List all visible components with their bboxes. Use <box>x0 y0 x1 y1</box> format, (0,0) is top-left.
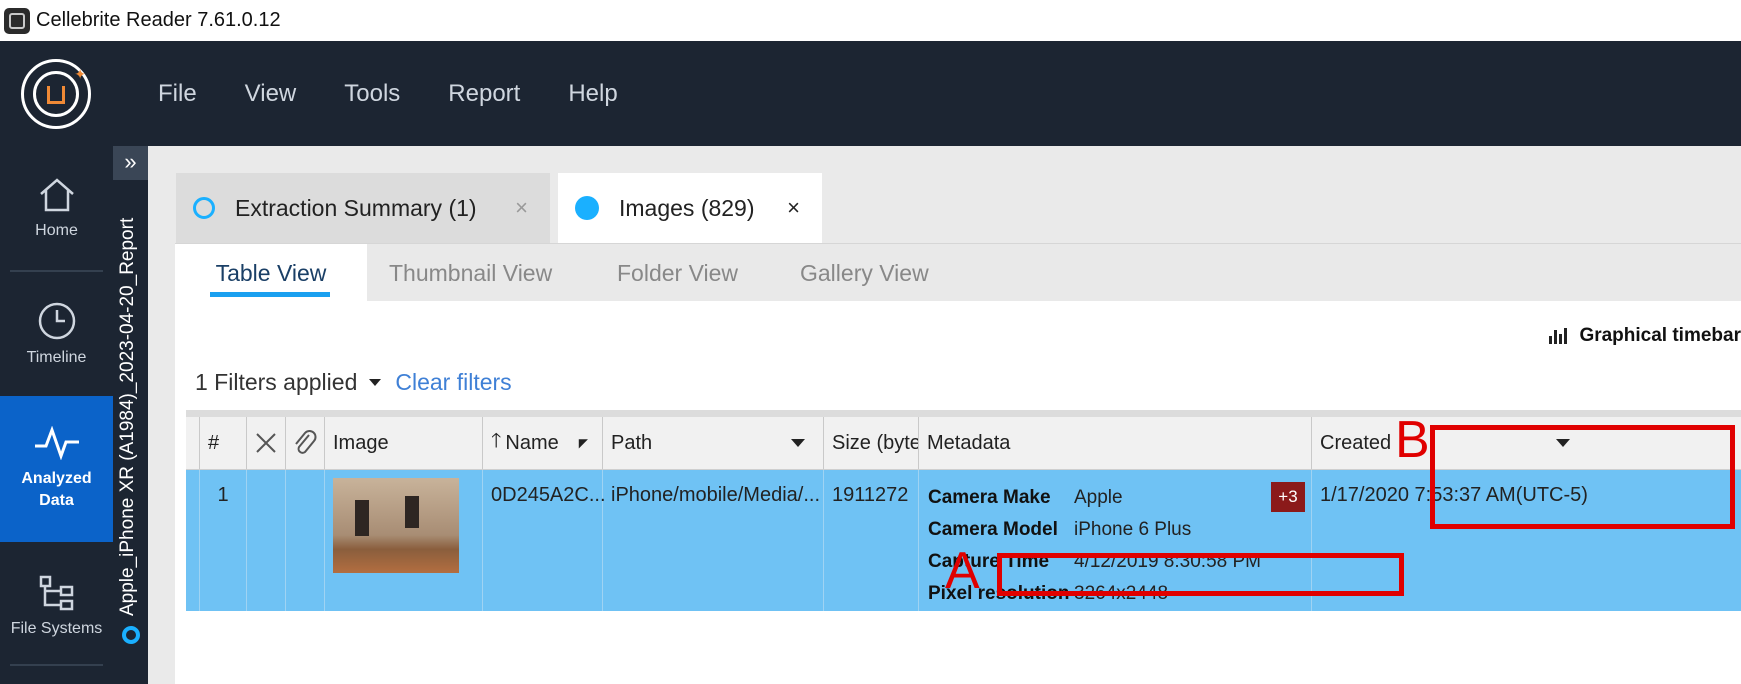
more-metadata-badge[interactable]: +3 <box>1271 482 1305 512</box>
col-metadata[interactable]: Metadata <box>919 417 1312 469</box>
view-tabs: Table View Thumbnail View Folder View Ga… <box>175 243 1741 302</box>
tab-images[interactable]: Images (829) × <box>558 173 822 243</box>
nav-analyzed-label: Analyzed Data <box>21 470 92 509</box>
annotation-box-a <box>997 553 1404 596</box>
filter-caret-icon[interactable]: ◤ <box>579 436 588 450</box>
col-image[interactable]: Image <box>325 417 483 469</box>
annotation-label-b: B <box>1395 411 1430 469</box>
view-tab-table[interactable]: Table View <box>175 244 367 302</box>
bar-chart-icon <box>1549 328 1569 344</box>
main-area: Extraction Summary (1) × Images (829) × … <box>148 146 1741 684</box>
tab-extraction-summary[interactable]: Extraction Summary (1) × <box>176 173 550 243</box>
expand-panel-icon[interactable]: » <box>113 146 148 180</box>
meta-value: iPhone 6 Plus <box>1074 519 1192 540</box>
title-bar: Cellebrite Reader 7.61.0.12 <box>0 0 1741 41</box>
x-icon <box>256 433 276 453</box>
col-created-label: Created <box>1320 431 1392 454</box>
main-menu: File View Tools Report Help <box>158 41 666 146</box>
paperclip-icon <box>295 430 317 454</box>
cell-name: 0D245A2C... <box>483 470 606 611</box>
folder-tree-icon <box>39 575 73 611</box>
tab-dot-icon <box>575 196 599 220</box>
clock-icon <box>38 302 75 340</box>
col-attachment[interactable] <box>286 417 325 469</box>
view-tab-gallery[interactable]: Gallery View <box>800 244 929 302</box>
menu-tools[interactable]: Tools <box>344 80 400 108</box>
menu-bar: ✦ File View Tools Report Help <box>0 41 1741 146</box>
nav-analyzed-data[interactable]: Analyzed Data <box>0 396 113 542</box>
cell-path: iPhone/mobile/Media/... <box>603 470 824 611</box>
tab-circle-icon <box>193 197 215 219</box>
col-delete[interactable] <box>247 417 286 469</box>
nav-file-systems[interactable]: File Systems <box>0 544 113 668</box>
col-size[interactable]: Size (byte: <box>824 417 919 469</box>
report-name: Apple_iPhone XR (A1984)_2023-04-20_Repor… <box>117 217 138 616</box>
filters-bar: 1 Filters applied Clear filters <box>195 369 512 396</box>
annotation-label-a: A <box>945 542 980 600</box>
col-path-label: Path <box>611 431 653 454</box>
window-title: Cellebrite Reader 7.61.0.12 <box>36 9 281 31</box>
tab-label: Extraction Summary (1) <box>235 194 477 221</box>
close-icon[interactable]: × <box>515 195 528 221</box>
close-icon[interactable]: × <box>787 195 800 221</box>
menu-help[interactable]: Help <box>568 80 617 108</box>
image-thumbnail[interactable] <box>333 478 459 573</box>
graphical-timebar-button[interactable]: Graphical timebar <box>1549 325 1741 347</box>
nav-file-systems-label: File Systems <box>10 620 103 637</box>
nav-timeline-label: Timeline <box>26 349 87 366</box>
filters-applied-dropdown[interactable]: 1 Filters applied <box>195 369 357 396</box>
nav-timeline[interactable]: Timeline <box>0 272 113 396</box>
chevron-down-icon[interactable] <box>791 439 805 447</box>
col-name[interactable]: 🡑 Name ◤ <box>483 417 603 469</box>
chevron-down-icon[interactable] <box>369 379 382 386</box>
cell-size: 1911272 <box>824 470 919 611</box>
cell-number: 1 <box>200 470 247 611</box>
col-number[interactable]: # <box>200 417 247 469</box>
menu-file[interactable]: File <box>158 80 197 108</box>
meta-key: Camera Make <box>928 487 1051 508</box>
report-strip: » Apple_iPhone XR (A1984)_2023-04-20_Rep… <box>113 146 148 684</box>
nav-home-label: Home <box>35 222 78 239</box>
report-status-icon <box>122 626 140 644</box>
col-path[interactable]: Path <box>603 417 824 469</box>
view-tab-folder[interactable]: Folder View <box>617 244 738 302</box>
menu-report[interactable]: Report <box>448 80 520 108</box>
view-tab-thumbnail[interactable]: Thumbnail View <box>389 244 552 302</box>
cell-image[interactable] <box>325 470 483 611</box>
graphical-timebar-label: Graphical timebar <box>1579 325 1741 346</box>
tab-label: Images (829) <box>619 194 755 221</box>
pulse-icon <box>34 426 79 460</box>
sort-up-icon: 🡑 <box>491 430 502 452</box>
home-icon <box>39 178 74 212</box>
left-nav: Home Timeline Analyzed Data File Systems <box>0 146 113 684</box>
view-tab-label: Table View <box>215 259 327 286</box>
clear-filters-link[interactable]: Clear filters <box>395 369 511 396</box>
annotation-box-b <box>1430 425 1735 529</box>
nav-home[interactable]: Home <box>0 146 113 270</box>
cellebrite-logo-icon: ✦ <box>21 59 91 129</box>
col-name-label: Name <box>505 431 559 454</box>
app-icon <box>4 7 30 34</box>
menu-view[interactable]: View <box>245 80 297 108</box>
meta-value: Apple <box>1074 487 1123 508</box>
